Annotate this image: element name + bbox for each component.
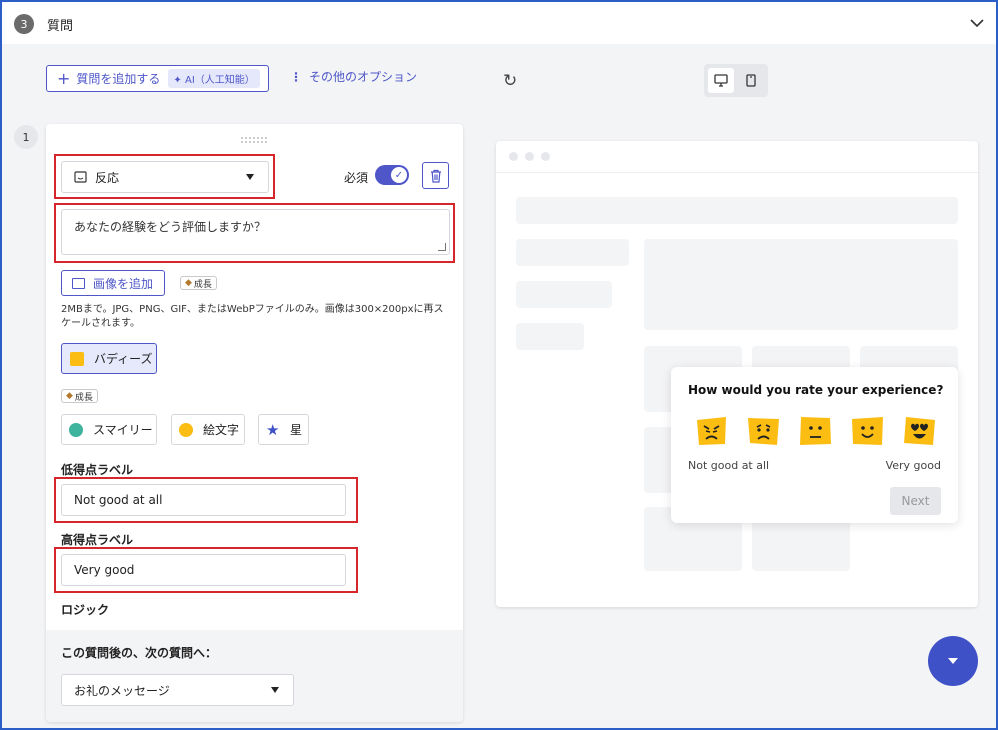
growth-badge: ◆ 成長 <box>61 389 98 403</box>
growth-badge: ◆ 成長 <box>180 276 217 290</box>
check-icon: ✓ <box>391 167 407 183</box>
window-dot <box>541 152 550 161</box>
more-vertical-icon: ⋮ <box>290 69 302 84</box>
required-label: 必須 <box>344 171 369 185</box>
angry-face-icon[interactable] <box>696 417 727 445</box>
after-question-label: この質問後の、次の質問へ： <box>61 646 218 660</box>
more-options-button[interactable]: ⋮ その他のオプション <box>290 68 417 85</box>
monitor-icon <box>714 74 728 87</box>
step-badge: 3 <box>14 14 34 34</box>
desktop-view-button[interactable] <box>708 68 734 93</box>
logic-section: この質問後の、次の質問へ： お礼のメッセージ <box>46 630 463 722</box>
tablet-icon <box>746 74 756 87</box>
question-type-select[interactable]: 反応 <box>61 161 269 193</box>
survey-question: How would you rate your experience? <box>688 383 944 397</box>
question-number: 1 <box>14 125 38 149</box>
logic-title: ロジック <box>61 603 110 617</box>
browser-bar <box>496 141 978 173</box>
question-text-input[interactable]: あなたの経験をどう評価しますか？ <box>61 209 450 255</box>
editor-panel: + 質問を追加する ✦ AI（人工知能） ⋮ その他のオプション 1 反応 必須… <box>2 44 476 728</box>
buddy-face-icon <box>70 351 84 366</box>
ai-badge[interactable]: ✦ AI（人工知能） <box>168 69 260 88</box>
chat-launcher-button[interactable] <box>928 636 978 686</box>
low-label-input[interactable]: Not good at all <box>61 484 346 516</box>
caret-down-icon <box>271 687 279 693</box>
drag-handle-icon[interactable] <box>240 136 268 144</box>
next-question-select[interactable]: お礼のメッセージ <box>61 674 294 706</box>
neutral-face-icon[interactable] <box>800 417 831 445</box>
window-dot <box>509 152 518 161</box>
skeleton-block <box>516 281 612 308</box>
chevron-down-icon[interactable] <box>968 14 986 32</box>
caret-down-icon <box>246 174 254 180</box>
add-question-button[interactable]: + 質問を追加する ✦ AI（人工知能） <box>46 65 269 92</box>
style-option-emoji[interactable]: 絵文字 <box>171 414 245 445</box>
window-dot <box>525 152 534 161</box>
style-option-buddies[interactable]: バディーズ <box>61 343 157 374</box>
preview-panel: ↻ How would you rate your experience? No… <box>476 44 996 728</box>
add-question-label: 質問を追加する <box>76 72 161 86</box>
style-option-smiley[interactable]: スマイリー <box>61 414 157 445</box>
style-option-star[interactable]: ★ 星 <box>258 414 309 445</box>
love-face-icon[interactable] <box>904 417 935 445</box>
image-icon <box>72 277 85 289</box>
smiley-icon <box>69 422 83 437</box>
mobile-view-button[interactable] <box>738 68 764 93</box>
image-help-text: 2MBまで。JPG、PNG、GIF、またはWebPファイルのみ。画像は300×2… <box>61 304 444 329</box>
skeleton-block <box>516 323 584 350</box>
trash-icon <box>430 169 441 183</box>
high-label-input[interactable]: Very good <box>61 554 346 586</box>
skeleton-block <box>516 197 958 224</box>
delete-button[interactable] <box>422 162 449 189</box>
high-label-title: 高得点ラベル <box>61 533 134 547</box>
sad-face-icon[interactable] <box>748 417 779 445</box>
happy-face-icon[interactable] <box>852 417 883 445</box>
survey-widget: How would you rate your experience? Not … <box>671 367 958 523</box>
section-header[interactable]: 3 質問 <box>2 2 996 44</box>
refresh-icon[interactable]: ↻ <box>503 71 517 91</box>
next-button[interactable]: Next <box>890 487 941 515</box>
skeleton-block <box>644 239 958 330</box>
caret-down-icon <box>948 658 958 664</box>
preview-high-label: Very good <box>885 459 941 472</box>
gem-icon: ◆ <box>66 391 73 401</box>
plus-icon: + <box>57 68 71 88</box>
question-card: 反応 必須 ✓ あなたの経験をどう評価しますか？ 画像を追加 ◆ 成長 2MBまで… <box>46 124 463 722</box>
gem-icon: ◆ <box>185 278 192 288</box>
add-image-button[interactable]: 画像を追加 <box>61 270 165 296</box>
low-label-title: 低得点ラベル <box>61 463 134 477</box>
emoji-icon <box>179 422 193 437</box>
skeleton-block <box>516 239 629 266</box>
resize-handle-icon[interactable] <box>438 243 446 251</box>
required-toggle[interactable]: ✓ <box>375 165 409 185</box>
reaction-icon <box>74 171 87 183</box>
preview-low-label: Not good at all <box>688 459 770 472</box>
section-title: 質問 <box>47 19 74 34</box>
browser-mockup: How would you rate your experience? Not … <box>496 141 978 686</box>
star-icon: ★ <box>266 420 280 439</box>
device-toggle <box>704 64 768 97</box>
